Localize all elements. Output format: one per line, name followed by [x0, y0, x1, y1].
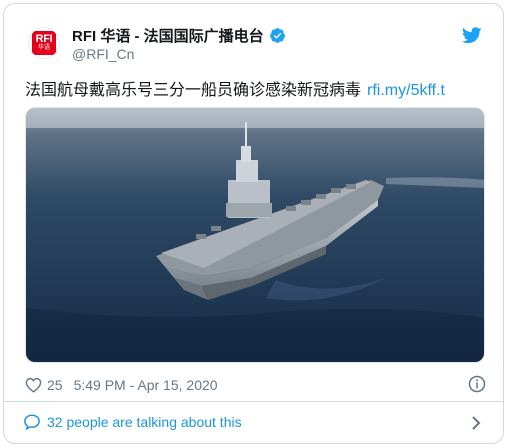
chevron-right-icon[interactable] — [470, 415, 482, 431]
tweet-link[interactable]: rfi.my/5kff.t — [367, 82, 445, 99]
account-name[interactable]: RFI 华语 - 法国国际广播电台 — [72, 25, 264, 46]
avatar-logo-text: RFI — [35, 33, 53, 45]
conversation-count[interactable]: 32 people are talking about this — [47, 414, 242, 430]
heart-icon[interactable] — [25, 377, 42, 393]
speech-bubble-icon — [24, 414, 40, 431]
tweet-timestamp[interactable]: 5:49 PM - Apr 15, 2020 — [74, 377, 218, 393]
avatar-logo-subtext: 华语 — [37, 45, 50, 51]
twitter-bird-icon[interactable] — [462, 27, 482, 44]
avatar[interactable]: RFI 华语 — [28, 27, 60, 59]
account-handle[interactable]: @RFI_Cn — [72, 46, 134, 62]
tweet-body: 法国航母戴高乐号三分一船员确诊感染新冠病毒 — [25, 82, 362, 99]
account-name-row[interactable]: RFI 华语 - 法国国际广播电台 — [72, 25, 286, 46]
info-icon[interactable] — [468, 375, 486, 393]
tweet-text: 法国航母戴高乐号三分一船员确诊感染新冠病毒 rfi.my/5kff.t — [25, 76, 445, 100]
rfi-logo: RFI 华语 — [32, 31, 56, 55]
tweet-meta: 25 5:49 PM - Apr 15, 2020 — [25, 375, 218, 395]
like-action[interactable]: 25 — [25, 377, 63, 393]
aircraft-carrier-photo — [26, 108, 484, 362]
conversation-link[interactable]: 32 people are talking about this — [23, 413, 242, 431]
tweet-photo[interactable] — [25, 107, 485, 363]
verified-badge-icon — [269, 28, 285, 43]
like-count[interactable]: 25 — [47, 377, 63, 393]
